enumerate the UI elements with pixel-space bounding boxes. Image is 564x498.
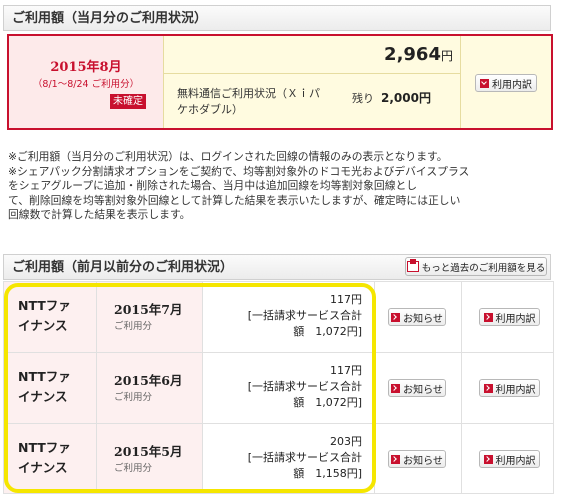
company-name: NTTファ イナンス [18,440,71,475]
arrow-icon [391,383,401,393]
note-line: をシェアグループに追加・削除された場合、当月中は追加回線を均等割対象回線とし [8,179,418,192]
current-detail-label: 利用内訳 [492,79,532,91]
free-usage-label: 無料通信ご利用状況（Ｘｉパケホダブル） [177,87,320,116]
arrow-icon [391,454,401,464]
current-amount: 2,964 [384,44,441,65]
billing-month: 2015年5月 [114,444,183,459]
bulk-total: [一括請求サービス合計 [247,451,362,464]
detail-button[interactable]: 利用内訳 [479,379,540,397]
remaining-label: 残り [352,92,374,105]
notice-button[interactable]: お知らせ [388,450,446,468]
note-line: 回線数で計算した結果を表示します。 [8,208,191,221]
note-line: て、削除回線を均等割対象外回線として計算した結果を表示いたしますが、確定時には正… [8,193,461,207]
row-amount: 203円 [330,435,362,448]
unconfirmed-badge: 未確定 [110,94,146,109]
detail-button[interactable]: 利用内訳 [479,308,540,326]
detail-button[interactable]: 利用内訳 [479,450,540,468]
more-history-button[interactable]: もっと過去のご利用額を見る [405,257,547,276]
current-period-cell: 2015年8月 （8/1〜8/24 ご利用分） 未確定 [9,36,163,128]
usage-sublabel: ご利用分 [114,321,153,332]
bulk-total: 額 1,072円] [293,325,362,338]
notice-button[interactable]: お知らせ [388,308,446,326]
yen-unit: 円 [440,49,453,63]
bulk-total: [一括請求サービス合計 [247,309,362,322]
current-usage-box: 2015年8月 （8/1〜8/24 ご利用分） 未確定 2,964円 無料通信ご… [7,34,553,130]
table-row: NTTファ イナンス 2015年6月 ご利用分 117円 [一括請求サービス合計 … [4,353,553,423]
table-row: NTTファ イナンス 2015年5月 ご利用分 203円 [一括請求サービス合計 … [4,424,553,493]
remaining-amount: 2,000円 [381,91,431,105]
bulk-total: 額 1,158円] [293,467,362,480]
chevron-down-icon [480,78,489,88]
note-line: ※ご利用額（当月分のご利用状況）は、ログインされた回線の情報のみの表示となります… [8,150,448,163]
external-window-icon [406,259,419,272]
current-detail-button[interactable]: 利用内訳 [475,74,537,92]
more-history-label: もっと過去のご利用額を見る [421,262,546,274]
usage-sublabel: ご利用分 [114,392,153,403]
arrow-icon [391,312,401,322]
usage-notes: ※ご利用額（当月分のご利用状況）は、ログインされた回線の情報のみの表示となります… [8,150,554,223]
current-usage-header: ご利用額（当月分のご利用状況） [3,5,551,31]
company-name: NTTファ イナンス [18,298,71,333]
billing-month: 2015年6月 [114,373,183,388]
row-amount-block: 203円 [一括請求サービス合計 額 1,158円] [214,434,362,482]
row-amount: 117円 [330,364,362,377]
previous-usage-table: NTTファ イナンス 2015年7月 ご利用分 117円 [一括請求サービス合計 … [3,281,554,494]
row-amount-block: 117円 [一括請求サービス合計 額 1,072円] [214,292,362,340]
arrow-icon [483,312,493,322]
arrow-icon [483,454,493,464]
billing-month: 2015年7月 [114,302,183,317]
usage-sublabel: ご利用分 [114,463,153,474]
company-name: NTTファ イナンス [18,369,71,404]
row-amount: 117円 [330,293,362,306]
current-amount-row: 2,964円 [169,44,453,65]
note-line: ※シェアパック分割請求オプションをご契約で、均等割対象外のドコモ光およびデバイス… [8,164,470,178]
notice-button[interactable]: お知らせ [388,379,446,397]
table-row: NTTファ イナンス 2015年7月 ご利用分 117円 [一括請求サービス合計 … [4,282,553,352]
current-period: 2015年8月 [50,60,122,75]
row-amount-block: 117円 [一括請求サービス合計 額 1,072円] [214,363,362,411]
arrow-icon [483,383,493,393]
current-period-range: （8/1〜8/24 ご利用分） [32,79,140,90]
previous-usage-title: ご利用額（前月以前分のご利用状況） [12,260,234,275]
bulk-total: 額 1,072円] [293,396,362,409]
current-usage-title: ご利用額（当月分のご利用状況） [12,11,208,26]
bulk-total: [一括請求サービス合計 [247,380,362,393]
